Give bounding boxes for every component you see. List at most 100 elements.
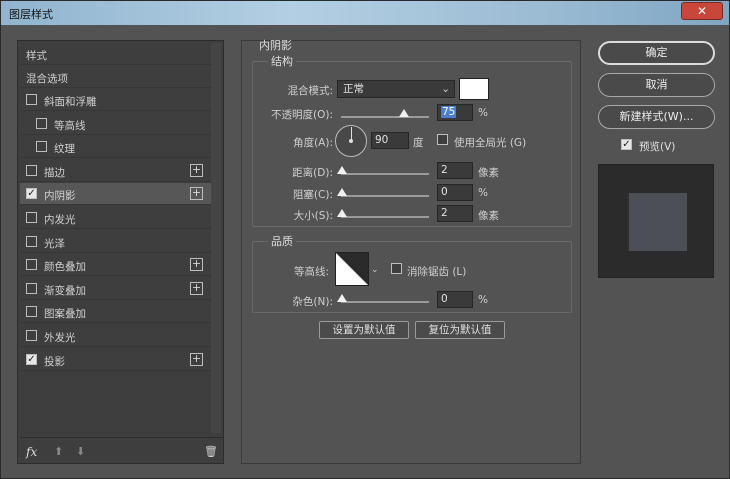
choke-label: 阻塞(C):: [292, 189, 333, 201]
style-item-checkbox[interactable]: [26, 306, 37, 318]
noise-slider-track[interactable]: [341, 301, 429, 303]
style-item-label: 光泽: [44, 237, 65, 250]
contour-label: 等高线:: [293, 266, 329, 278]
cancel-button[interactable]: 取消: [598, 73, 715, 97]
move-up-icon[interactable]: ⬆: [54, 445, 63, 458]
chevron-down-icon[interactable]: ⌄: [371, 265, 379, 275]
opacity-label: 不透明度(O):: [271, 109, 333, 121]
chevron-down-icon: ⌄: [441, 83, 450, 95]
choke-slider-thumb[interactable]: [337, 188, 347, 196]
ok-button[interactable]: 确定: [598, 41, 715, 65]
antialias-label: 消除锯齿 (L): [407, 266, 467, 278]
distance-slider-track[interactable]: [341, 173, 429, 175]
global-light-label: 使用全局光 (G): [454, 137, 527, 149]
style-item[interactable]: 渐变叠加 +: [20, 278, 211, 300]
angle-dial[interactable]: [335, 125, 367, 157]
style-item-label: 渐变叠加: [44, 284, 86, 297]
blend-mode-label: 混合模式:: [287, 85, 333, 97]
angle-input[interactable]: 90: [371, 132, 409, 149]
style-item-label: 投影: [44, 355, 65, 368]
angle-label: 角度(A):: [293, 137, 333, 149]
structure-title: 结构: [268, 53, 296, 69]
style-item[interactable]: ✓ 内阴影 +: [20, 183, 211, 206]
add-effect-icon[interactable]: +: [190, 281, 203, 295]
style-item-checkbox[interactable]: [26, 235, 37, 247]
preview-checkbox[interactable]: ✓: [621, 139, 632, 150]
angle-center-dot: [349, 139, 353, 143]
style-item-checkbox[interactable]: [26, 164, 37, 176]
preview-swatch: [627, 191, 687, 251]
choke-input[interactable]: 0: [437, 184, 473, 201]
style-item-checkbox[interactable]: [26, 282, 37, 294]
distance-label: 距离(D):: [292, 167, 333, 179]
antialias-checkbox[interactable]: [391, 263, 402, 274]
style-item[interactable]: 外发光: [20, 325, 211, 347]
shadow-color-swatch[interactable]: [459, 78, 489, 100]
style-item-checkbox[interactable]: ✓: [26, 353, 37, 365]
new-style-button[interactable]: 新建样式(W)...: [598, 105, 715, 129]
style-item-checkbox[interactable]: [26, 259, 37, 271]
reset-default-button[interactable]: 复位为默认值: [415, 321, 505, 339]
blend-mode-value: 正常: [343, 83, 364, 95]
styles-list-panel: 样式 混合选项 斜面和浮雕 等高线 纹理 描边 + ✓ 内阴影 + 内发光 光泽 颜色叠加 + 渐变叠加…: [17, 40, 224, 464]
style-item-checkbox[interactable]: [26, 212, 37, 223]
contour-preview[interactable]: [335, 252, 369, 286]
make-default-button[interactable]: 设置为默认值: [319, 321, 409, 339]
global-light-checkbox[interactable]: [437, 134, 448, 145]
style-preview: [598, 164, 714, 278]
style-item[interactable]: 光泽: [20, 231, 211, 253]
choke-slider-track[interactable]: [341, 195, 429, 197]
size-slider-thumb[interactable]: [337, 209, 347, 217]
style-item[interactable]: 斜面和浮雕: [20, 89, 211, 111]
add-effect-icon[interactable]: +: [190, 187, 203, 201]
fx-icon[interactable]: fx: [26, 445, 37, 459]
style-item-checkbox[interactable]: [36, 141, 47, 153]
style-item[interactable]: 颜色叠加 +: [20, 254, 211, 277]
trash-icon[interactable]: 🗑: [204, 445, 218, 458]
choke-unit: %: [478, 187, 488, 199]
title-bar[interactable]: 图层样式 ✕: [1, 1, 729, 25]
window-title: 图层样式: [9, 8, 53, 21]
noise-unit: %: [478, 294, 488, 306]
blend-options-item[interactable]: 混合选项: [20, 66, 211, 88]
distance-input[interactable]: 2: [437, 162, 473, 179]
style-item-label: 描边: [44, 166, 65, 179]
style-item[interactable]: 纹理: [20, 136, 211, 159]
size-slider-track[interactable]: [341, 216, 429, 218]
style-item-checkbox[interactable]: [26, 330, 37, 341]
style-item-label: 等高线: [54, 119, 86, 132]
style-item-label: 图案叠加: [44, 308, 86, 321]
left-footer-divider: [20, 437, 223, 438]
style-item-checkbox[interactable]: [36, 117, 47, 129]
add-effect-icon[interactable]: +: [190, 352, 203, 366]
styles-scrollbar[interactable]: [211, 43, 221, 433]
move-down-icon[interactable]: ⬇: [76, 445, 85, 458]
quality-title: 品质: [268, 233, 296, 249]
noise-label: 杂色(N):: [292, 296, 333, 308]
style-item[interactable]: ✓ 投影 +: [20, 349, 211, 371]
opacity-input[interactable]: 75: [437, 104, 473, 121]
size-input[interactable]: 2: [437, 205, 473, 222]
blend-mode-select[interactable]: 正常 ⌄: [337, 80, 455, 98]
style-item-label: 外发光: [44, 332, 76, 344]
style-item[interactable]: 内发光: [20, 207, 211, 229]
noise-input[interactable]: 0: [437, 291, 473, 308]
style-item[interactable]: 图案叠加: [20, 301, 211, 324]
style-item[interactable]: 描边 +: [20, 160, 211, 182]
inner-shadow-title: 内阴影: [259, 39, 292, 52]
style-item-checkbox[interactable]: [26, 94, 37, 105]
style-item-checkbox[interactable]: ✓: [26, 188, 37, 200]
distance-slider-thumb[interactable]: [337, 166, 347, 174]
opacity-slider-thumb[interactable]: [399, 109, 409, 117]
size-label: 大小(S):: [293, 210, 333, 222]
style-item-label: 颜色叠加: [44, 261, 86, 274]
distance-unit: 像素: [478, 167, 499, 179]
opacity-slider-track[interactable]: [341, 116, 429, 118]
add-effect-icon[interactable]: +: [190, 258, 203, 272]
noise-slider-thumb[interactable]: [337, 294, 347, 302]
preview-label: 预览(V): [639, 141, 676, 153]
close-button[interactable]: ✕: [681, 2, 723, 20]
style-item-label: 斜面和浮雕: [44, 96, 97, 108]
style-item[interactable]: 等高线: [20, 113, 211, 135]
add-effect-icon[interactable]: +: [190, 163, 203, 177]
